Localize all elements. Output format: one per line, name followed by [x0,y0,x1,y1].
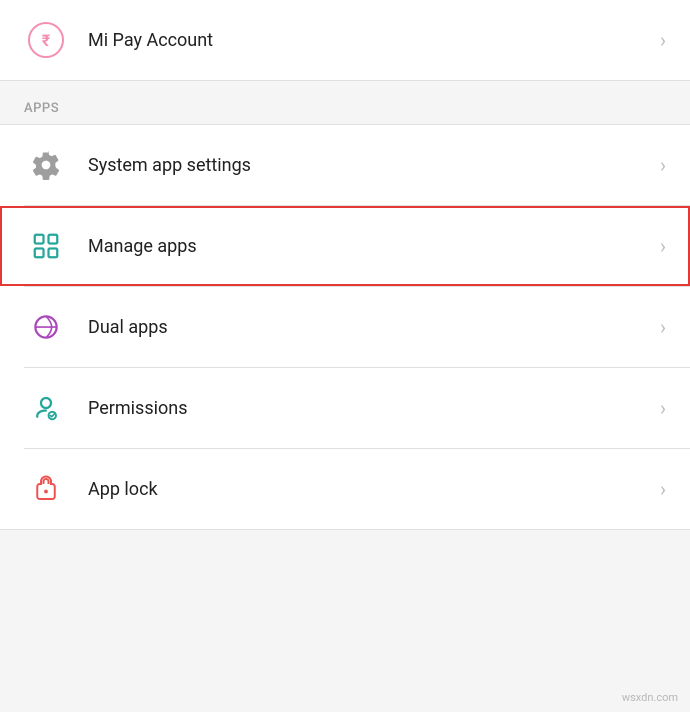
grid-icon [31,231,61,261]
settings-container: ₹ Mi Pay Account › APPS System app setti… [0,0,690,530]
manage-apps-chevron: › [660,234,666,258]
app-lock-label: App lock [88,479,652,500]
mi-pay-account-chevron: › [660,28,666,52]
dual-apps-label: Dual apps [88,317,652,338]
rupee-icon-wrap: ₹ [24,18,68,62]
gear-icon [31,150,61,180]
mi-pay-account-item[interactable]: ₹ Mi Pay Account › [0,0,690,80]
app-lock-item[interactable]: App lock › [0,449,690,529]
watermark: wsxdn.com [622,691,678,704]
permissions-chevron: › [660,396,666,420]
bottom-divider [0,529,690,530]
permissions-icon-wrap [24,386,68,430]
grid-icon-wrap [24,224,68,268]
lock-icon-wrap [24,467,68,511]
dual-icon-wrap [24,305,68,349]
rupee-icon: ₹ [28,22,64,58]
system-app-settings-chevron: › [660,153,666,177]
dual-apps-chevron: › [660,315,666,339]
permissions-item[interactable]: Permissions › [0,368,690,448]
app-lock-chevron: › [660,477,666,501]
dual-apps-item[interactable]: Dual apps › [0,287,690,367]
system-app-settings-label: System app settings [88,155,652,176]
apps-section-label: APPS [0,85,690,124]
gear-icon-wrap [24,143,68,187]
mi-pay-account-label: Mi Pay Account [88,30,652,51]
permissions-label: Permissions [88,398,652,419]
apps-section-block: APPS [0,81,690,124]
system-app-settings-item[interactable]: System app settings › [0,125,690,205]
manage-apps-label: Manage apps [88,236,652,257]
dual-icon [31,312,61,342]
manage-apps-item[interactable]: Manage apps › [0,206,690,286]
permissions-icon [31,393,61,423]
lock-icon [31,474,61,504]
